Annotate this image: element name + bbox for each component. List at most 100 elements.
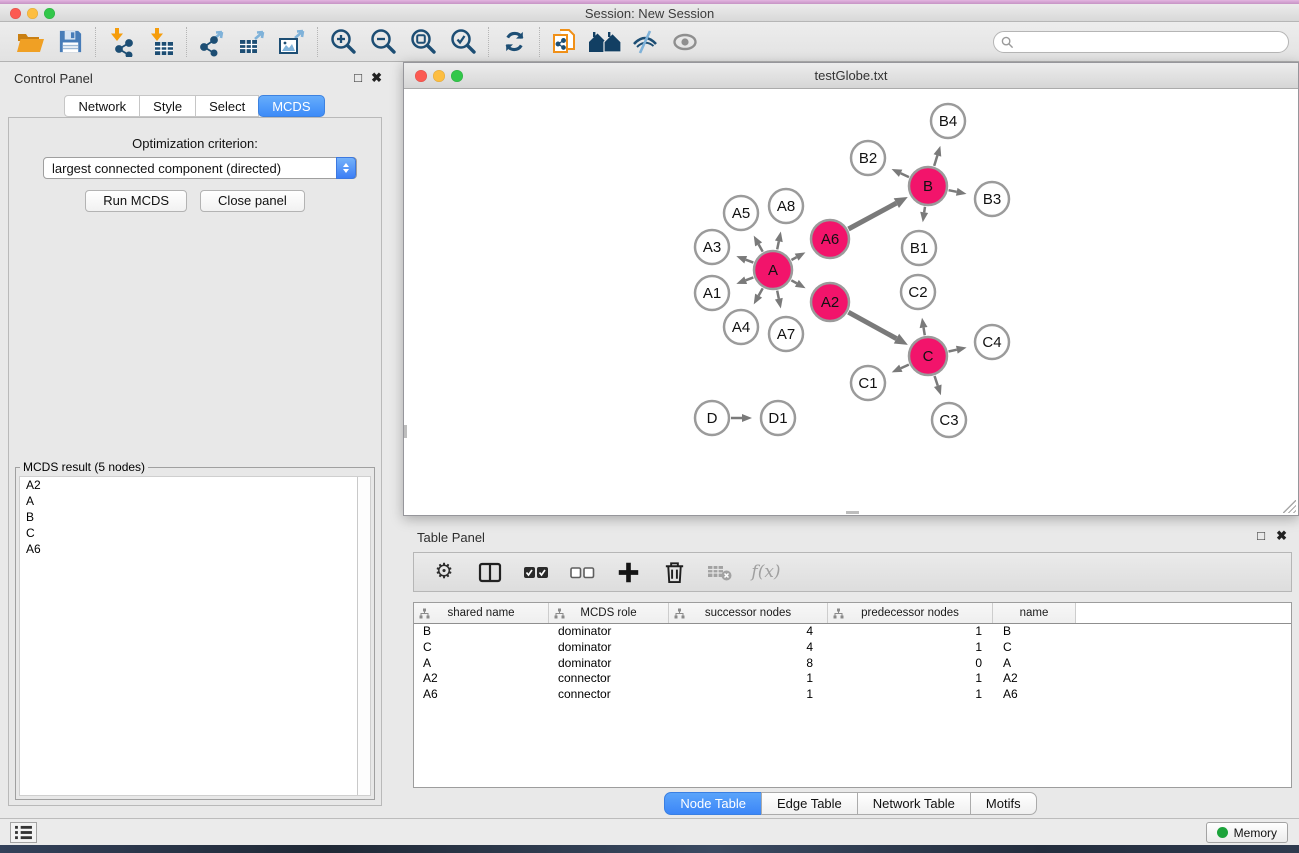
zoom-fit-button[interactable] (403, 25, 443, 59)
edge-A-A7[interactable] (777, 291, 779, 299)
export-network-button[interactable] (192, 25, 232, 59)
criterion-dropdown[interactable]: largest connected component (directed) (43, 157, 357, 179)
column-header-predecessor-nodes[interactable]: predecessor nodes (828, 603, 993, 623)
close-table-panel-icon[interactable]: ✖ (1276, 529, 1287, 543)
result-item[interactable]: A (20, 493, 370, 509)
node-A5[interactable]: A5 (724, 196, 758, 230)
edge-B-B2[interactable] (901, 173, 909, 177)
float-table-panel-icon[interactable]: □ (1257, 529, 1265, 543)
node-A[interactable]: A (754, 251, 792, 289)
tab-network[interactable]: Network (64, 95, 140, 117)
node-A1[interactable]: A1 (695, 276, 729, 310)
duplicate-network-button[interactable] (545, 25, 585, 59)
node-A3[interactable]: A3 (695, 230, 729, 264)
edge-C-C4[interactable] (949, 350, 957, 352)
table-row[interactable]: Adominator80A (414, 656, 1291, 672)
edge-B-B4[interactable] (934, 155, 937, 166)
node-A6[interactable]: A6 (811, 220, 849, 258)
deselect-all-button[interactable] (566, 557, 598, 587)
zoom-out-button[interactable] (363, 25, 403, 59)
edge-A-A1[interactable] (746, 277, 754, 280)
tab-select[interactable]: Select (195, 95, 259, 117)
node-C3[interactable]: C3 (932, 403, 966, 437)
column-chooser-button[interactable] (474, 557, 506, 587)
close-panel-button[interactable]: Close panel (200, 190, 305, 212)
edge-A2-C[interactable] (848, 312, 896, 338)
table-row[interactable]: A2connector11A2 (414, 671, 1291, 687)
horizontal-scroll-indicator[interactable] (846, 511, 859, 514)
vertical-scroll-indicator[interactable] (404, 425, 407, 438)
zoom-in-button[interactable] (323, 25, 363, 59)
table-row[interactable]: Cdominator41C (414, 640, 1291, 656)
result-item[interactable]: B (20, 509, 370, 525)
open-file-button[interactable] (10, 25, 50, 59)
node-B2[interactable]: B2 (851, 141, 885, 175)
edge-C-C2[interactable] (924, 328, 925, 336)
node-B[interactable]: B (909, 167, 947, 205)
float-panel-icon[interactable]: □ (354, 71, 362, 85)
node-B1[interactable]: B1 (902, 231, 936, 265)
tab-style[interactable]: Style (139, 95, 196, 117)
edge-A-A6[interactable] (791, 257, 796, 260)
node-A2[interactable]: A2 (811, 283, 849, 321)
node-A7[interactable]: A7 (769, 317, 803, 351)
node-D1[interactable]: D1 (761, 401, 795, 435)
close-panel-icon[interactable]: ✖ (371, 71, 382, 85)
import-network-button[interactable] (101, 25, 141, 59)
tab-network-table[interactable]: Network Table (857, 792, 971, 815)
node-C[interactable]: C (909, 337, 947, 375)
result-item[interactable]: A6 (20, 541, 370, 557)
node-A8[interactable]: A8 (769, 189, 803, 223)
show-all-button[interactable] (665, 25, 705, 59)
hide-selected-button[interactable] (625, 25, 665, 59)
tab-mcds[interactable]: MCDS (258, 95, 324, 117)
result-item[interactable]: A2 (20, 477, 370, 493)
node-C2[interactable]: C2 (901, 275, 935, 309)
column-header-shared-name[interactable]: shared name (414, 603, 549, 623)
save-session-button[interactable] (50, 25, 90, 59)
run-mcds-button[interactable]: Run MCDS (85, 190, 187, 212)
home-button[interactable] (585, 25, 625, 59)
edge-A-A4[interactable] (759, 288, 763, 295)
table-settings-button[interactable]: ⚙ (428, 557, 460, 587)
node-B3[interactable]: B3 (975, 182, 1009, 216)
tab-motifs[interactable]: Motifs (970, 792, 1037, 815)
export-image-button[interactable] (272, 25, 312, 59)
node-C1[interactable]: C1 (851, 366, 885, 400)
table-row[interactable]: Bdominator41B (414, 624, 1291, 640)
column-header-mcds-role[interactable]: MCDS role (549, 603, 669, 623)
refresh-layout-button[interactable] (494, 25, 534, 59)
column-header-successor-nodes[interactable]: successor nodes (669, 603, 828, 623)
select-all-button[interactable] (520, 557, 552, 587)
import-table-button[interactable] (141, 25, 181, 59)
task-history-button[interactable] (10, 822, 37, 843)
function-builder-button[interactable]: f(x) (750, 557, 782, 587)
edge-C-C3[interactable] (935, 376, 938, 386)
search-input[interactable] (1014, 33, 1288, 51)
network-canvas[interactable]: B4 B2 B B3 A8 A5 A6 A3 B1 A A1 C2 A2 A4 A7 C4 C C1 D D1 C3 (404, 89, 1298, 515)
memory-button[interactable]: Memory (1206, 822, 1288, 843)
edge-A-A5[interactable] (759, 244, 763, 251)
add-column-button[interactable] (612, 557, 644, 587)
tab-edge-table[interactable]: Edge Table (761, 792, 858, 815)
edge-A-A3[interactable] (746, 260, 754, 263)
column-header-name[interactable]: name (993, 603, 1076, 623)
delete-column-button[interactable] (658, 557, 690, 587)
result-item[interactable]: C (20, 525, 370, 541)
node-C4[interactable]: C4 (975, 325, 1009, 359)
export-table-button[interactable] (232, 25, 272, 59)
resize-grip[interactable] (1283, 500, 1296, 513)
result-list-scrollbar[interactable] (357, 477, 370, 795)
zoom-selected-button[interactable] (443, 25, 483, 59)
tab-node-table[interactable]: Node Table (664, 792, 762, 815)
node-D[interactable]: D (695, 401, 729, 435)
edge-A-A8[interactable] (777, 241, 779, 249)
edge-C-C1[interactable] (901, 365, 909, 369)
edge-B-B1[interactable] (924, 207, 925, 213)
edge-A6-B[interactable] (848, 203, 896, 229)
node-A4[interactable]: A4 (724, 310, 758, 344)
edge-B-B3[interactable] (949, 190, 957, 192)
edge-A-A2[interactable] (791, 280, 797, 283)
node-B4[interactable]: B4 (931, 104, 965, 138)
table-row[interactable]: A6connector11A6 (414, 687, 1291, 703)
